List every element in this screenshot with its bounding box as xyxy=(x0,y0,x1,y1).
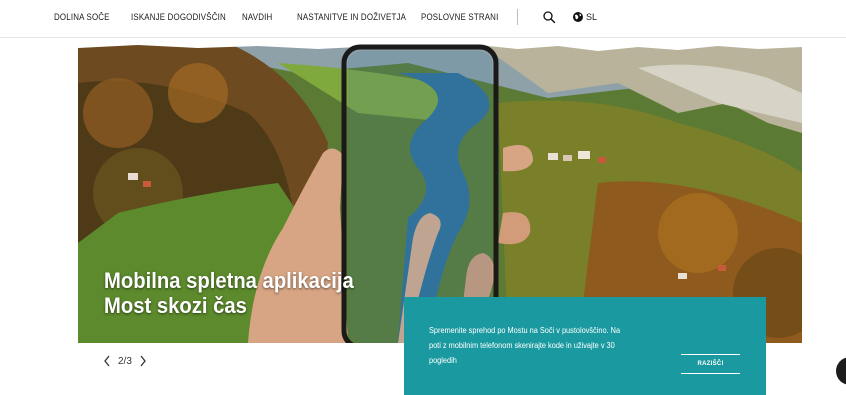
nav-item-dolina-soce[interactable]: DOLINA SOČE xyxy=(54,12,110,22)
hero-title: Mobilna spletna aplikacija Most skozi ča… xyxy=(104,268,354,318)
nav-item-iskanje-dogodivscin[interactable]: ISKANJE DOGODIVŠČIN xyxy=(131,12,226,22)
nav-divider xyxy=(517,9,518,25)
globe-icon xyxy=(573,12,583,22)
slider-pager: 2/3 xyxy=(102,354,148,368)
explore-button[interactable]: RAZIŠČI xyxy=(681,354,740,374)
info-card-text: Spremenite sprehod po Mostu na Soči v pu… xyxy=(429,326,621,365)
floating-action-button[interactable] xyxy=(836,357,846,385)
hero-title-line-2: Most skozi čas xyxy=(104,293,247,318)
nav-item-navdih[interactable]: NAVDIH xyxy=(242,12,272,22)
nav-item-nastanitve-in-dozivetja[interactable]: NASTANITVE IN DOŽIVETJA xyxy=(297,12,406,22)
top-navigation: DOLINA SOČE ISKANJE DOGODIVŠČIN NAVDIH N… xyxy=(0,0,846,38)
chevron-right-icon[interactable] xyxy=(138,354,148,368)
nav-item-poslovne-strani[interactable]: POSLOVNE STRANI xyxy=(421,12,498,22)
chevron-left-icon[interactable] xyxy=(102,354,112,368)
search-icon[interactable] xyxy=(542,10,556,24)
info-card: Spremenite sprehod po Mostu na Soči v pu… xyxy=(404,297,766,395)
hero-title-line-1: Mobilna spletna aplikacija xyxy=(104,268,354,293)
language-selector[interactable]: SL xyxy=(586,12,597,22)
pager-count: 2/3 xyxy=(118,355,132,367)
